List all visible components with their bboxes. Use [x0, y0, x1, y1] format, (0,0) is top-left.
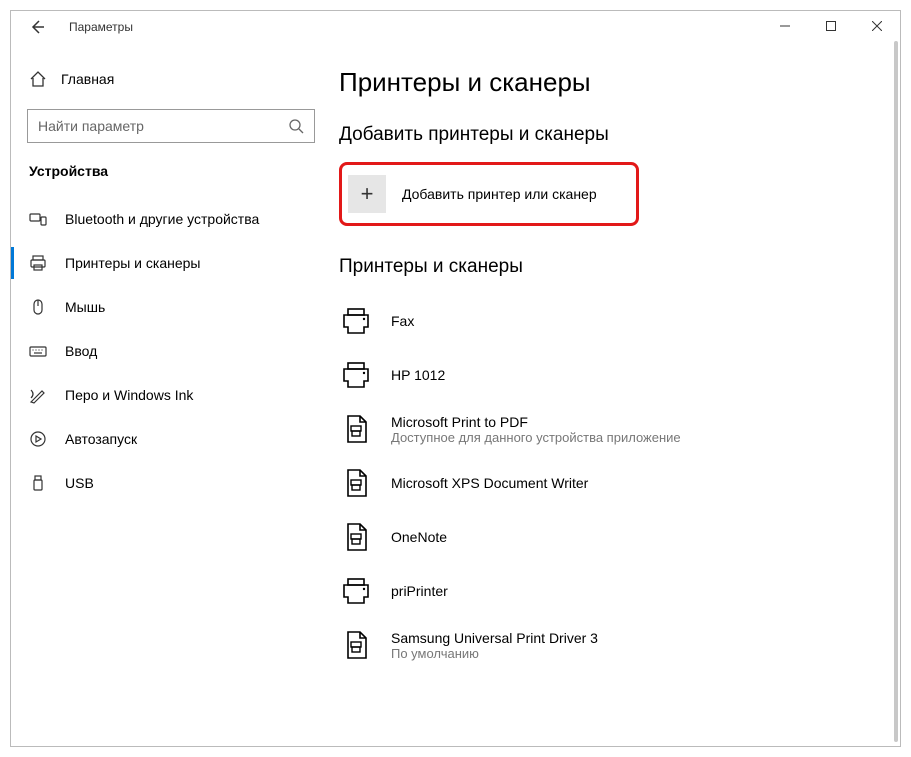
sidebar-item-label: Мышь [65, 299, 105, 315]
sidebar-item-printers[interactable]: Принтеры и сканеры [11, 241, 331, 285]
close-button[interactable] [854, 11, 900, 41]
printer-item[interactable]: Fax [339, 294, 900, 348]
sidebar-item-label: Автозапуск [65, 431, 137, 447]
printer-item[interactable]: Microsoft Print to PDF Доступное для дан… [339, 402, 900, 456]
printer-icon [339, 574, 373, 608]
document-icon [339, 412, 373, 446]
printer-icon [29, 254, 47, 272]
document-icon [339, 466, 373, 500]
printer-name: HP 1012 [391, 367, 445, 383]
printer-icon [339, 358, 373, 392]
main-panel: Принтеры и сканеры Добавить принтеры и с… [331, 43, 900, 746]
printer-item[interactable]: OneNote [339, 510, 900, 564]
keyboard-icon [29, 342, 47, 360]
mouse-icon [29, 298, 47, 316]
printer-name: Microsoft XPS Document Writer [391, 475, 588, 491]
sidebar-item-label: Bluetooth и другие устройства [65, 211, 259, 227]
sidebar-item-autoplay[interactable]: Автозапуск [11, 417, 331, 461]
pen-icon [29, 386, 47, 404]
printer-name: priPrinter [391, 583, 448, 599]
document-icon [339, 628, 373, 662]
printer-item[interactable]: Samsung Universal Print Driver 3 По умол… [339, 618, 900, 672]
sidebar-item-pen[interactable]: Перо и Windows Ink [11, 373, 331, 417]
printer-subtitle: Доступное для данного устройства приложе… [391, 430, 681, 445]
settings-window: Параметры Главная Устройства [10, 10, 901, 747]
home-label: Главная [61, 71, 114, 87]
maximize-button[interactable] [808, 11, 854, 41]
sidebar-item-label: Перо и Windows Ink [65, 387, 193, 403]
search-icon [288, 118, 304, 134]
bluetooth-icon [29, 210, 47, 228]
printer-item[interactable]: priPrinter [339, 564, 900, 618]
printer-list: Fax HP 1012 Microsoft Pr [339, 294, 900, 672]
add-printer-button[interactable]: + Добавить принтер или сканер [348, 171, 630, 217]
page-title: Принтеры и сканеры [339, 67, 900, 98]
sidebar-item-typing[interactable]: Ввод [11, 329, 331, 373]
scrollbar[interactable] [894, 41, 898, 742]
search-input[interactable] [38, 118, 288, 134]
printer-icon [339, 304, 373, 338]
sidebar-section-title: Устройства [11, 163, 331, 179]
search-box[interactable] [27, 109, 315, 143]
minimize-button[interactable] [762, 11, 808, 41]
titlebar: Параметры [11, 11, 900, 43]
sidebar-item-label: USB [65, 475, 94, 491]
printer-name: Fax [391, 313, 414, 329]
add-button-label: Добавить принтер или сканер [402, 186, 597, 202]
window-title: Параметры [69, 20, 133, 34]
printer-subtitle: По умолчанию [391, 646, 598, 661]
usb-icon [29, 474, 47, 492]
document-icon [339, 520, 373, 554]
home-link[interactable]: Главная [11, 61, 331, 97]
highlight-box: + Добавить принтер или сканер [339, 162, 639, 226]
printer-item[interactable]: Microsoft XPS Document Writer [339, 456, 900, 510]
sidebar-item-label: Ввод [65, 343, 97, 359]
printer-name: OneNote [391, 529, 447, 545]
sidebar-item-usb[interactable]: USB [11, 461, 331, 505]
plus-icon: + [348, 175, 386, 213]
autoplay-icon [29, 430, 47, 448]
back-button[interactable] [23, 13, 51, 41]
sidebar-item-bluetooth[interactable]: Bluetooth и другие устройства [11, 197, 331, 241]
home-icon [29, 70, 47, 88]
printer-name: Samsung Universal Print Driver 3 [391, 630, 598, 646]
printer-item[interactable]: HP 1012 [339, 348, 900, 402]
add-section-title: Добавить принтеры и сканеры [339, 124, 900, 146]
sidebar-item-label: Принтеры и сканеры [65, 255, 200, 271]
printer-name: Microsoft Print to PDF [391, 414, 681, 430]
sidebar: Главная Устройства Bluetooth и другие ус… [11, 43, 331, 746]
list-section-title: Принтеры и сканеры [339, 256, 900, 278]
sidebar-item-mouse[interactable]: Мышь [11, 285, 331, 329]
